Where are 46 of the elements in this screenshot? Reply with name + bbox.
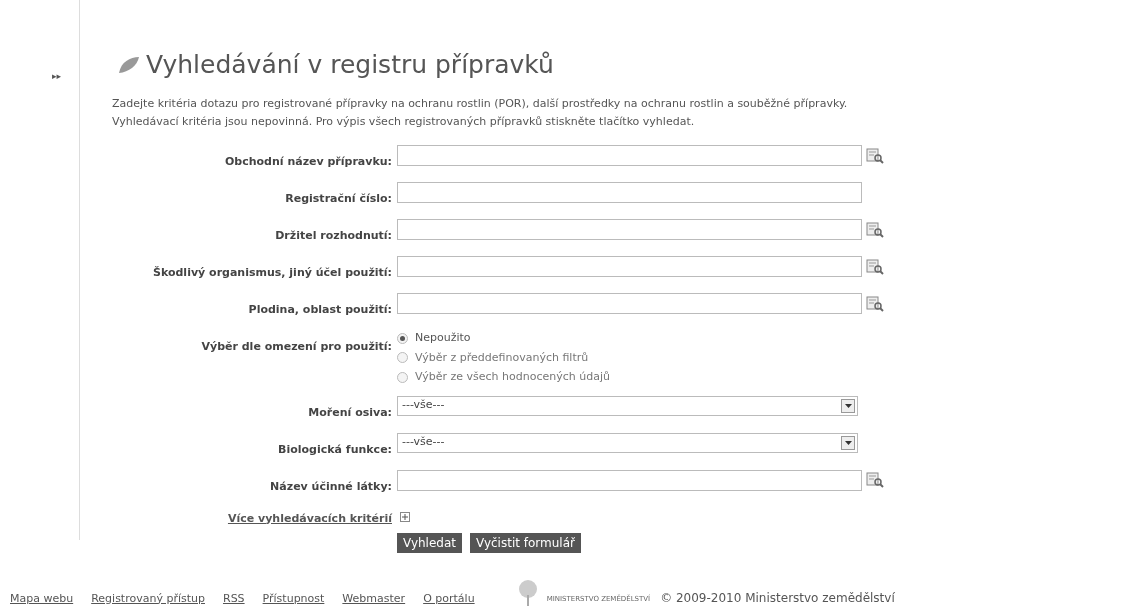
field-label: Biologická funkce: <box>278 442 392 456</box>
lookup-icon[interactable] <box>866 147 884 164</box>
lookup-icon[interactable] <box>866 472 884 488</box>
footer-link[interactable]: O portálu <box>423 590 475 607</box>
field-label: Škodlivý organismus, jiný účel použití: <box>153 266 392 279</box>
field-label: Registrační číslo: <box>285 192 392 205</box>
radio-button[interactable] <box>397 371 408 383</box>
text-field[interactable] <box>397 182 862 203</box>
field-label: Obchodní název přípravku: <box>224 155 392 168</box>
text-field[interactable] <box>397 256 862 277</box>
dropdown[interactable]: ---vše--- <box>397 432 858 453</box>
intro-text: Vyhledávací kritéria jsou nepovinná. Pro výpis všech registrovaných přípravků stiskněte tlačítko vyhledat. <box>112 114 696 130</box>
more-criteria-link[interactable]: Více vyhledávacích kritérií <box>227 511 392 525</box>
lookup-icon[interactable] <box>866 221 884 238</box>
lookup-icon[interactable] <box>866 258 884 275</box>
field-label: Moření osiva: <box>308 405 392 419</box>
form-button[interactable]: Vyčistit formulář <box>470 532 581 553</box>
field-label: Název účinné látky: <box>270 479 392 493</box>
intro-text: Zadejte kritéria dotazu pro registrované přípravky na ochranu rostlin (POR), další prostředky na ochranu rostlin a souběžné přípravky. <box>112 96 849 112</box>
expand-icon[interactable] <box>400 511 410 522</box>
radio-button[interactable] <box>397 352 408 364</box>
expand-toggle[interactable]: ▸▸ <box>52 71 62 81</box>
footer-link[interactable]: Mapa webu <box>10 590 74 607</box>
field-label: Výběr dle omezení pro použití: <box>201 340 392 353</box>
footer-link[interactable]: Webmaster <box>342 590 406 607</box>
text-field[interactable] <box>397 219 862 240</box>
footer-link[interactable]: Přístupnost <box>262 590 325 607</box>
radio-label: Nepoužito <box>415 330 471 346</box>
dropdown[interactable]: ---vše--- <box>397 395 858 416</box>
page-title: Vyhledávání v registru přípravků <box>146 52 554 77</box>
copyright: © 2009-2010 Ministerstvo zemědělství <box>660 590 895 607</box>
text-field[interactable] <box>397 145 862 166</box>
field-label: Držitel rozhodnutí: <box>275 229 392 242</box>
footer-link[interactable]: RSS <box>223 590 245 607</box>
radio-button[interactable] <box>397 332 408 344</box>
field-label: Plodina, oblast použití: <box>248 303 392 316</box>
form-button[interactable]: Vyhledat <box>397 532 462 553</box>
lookup-icon[interactable] <box>866 295 884 312</box>
text-field[interactable] <box>397 293 862 314</box>
radio-label: Výběr ze všech hodnocených údajů <box>415 369 610 385</box>
radio-label: Výběr z předdefinovaných filtrů <box>415 349 589 366</box>
caret-icon <box>844 440 852 445</box>
leaf-icon <box>118 55 140 74</box>
text-field[interactable] <box>397 469 862 491</box>
footer-link[interactable]: Registrovaný přístup <box>91 590 205 607</box>
caret-icon <box>844 403 852 408</box>
